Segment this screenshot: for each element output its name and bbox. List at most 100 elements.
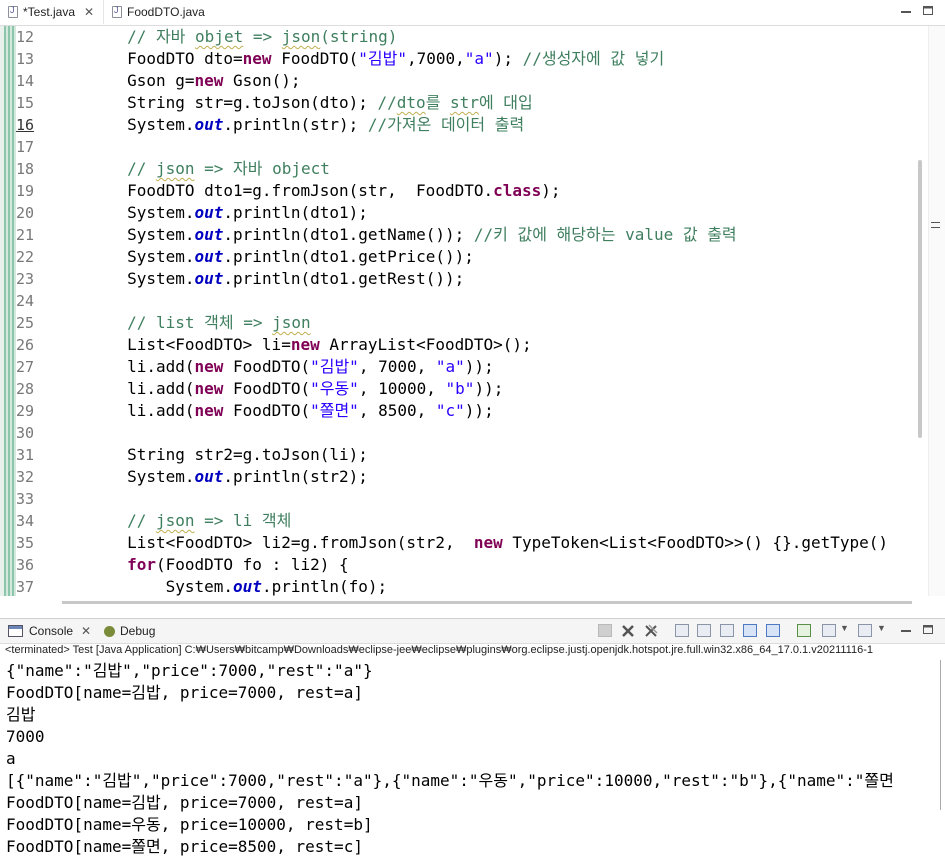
code-editor[interactable]: // 자바 objet => json(string) FoodDTO dto=… xyxy=(50,26,916,596)
code-line[interactable]: FoodDTO dto1=g.fromJson(str, FoodDTO.cla… xyxy=(50,180,916,202)
code-line[interactable]: String str2=g.toJson(li); xyxy=(50,444,916,466)
overview-marker[interactable] xyxy=(931,222,940,228)
tab-console[interactable]: Console ✕ xyxy=(8,619,91,643)
line-number: 29 xyxy=(16,402,35,420)
code-token: List<FoodDTO> li= xyxy=(50,335,291,354)
console-status-line: <terminated> Test [Java Application] C:₩… xyxy=(5,644,874,656)
remove-all-terminated-icon[interactable] xyxy=(644,624,658,637)
maximize-icon[interactable] xyxy=(921,4,935,17)
code-line[interactable]: Gson g=new Gson(); xyxy=(50,70,916,92)
pin-console-icon[interactable] xyxy=(797,624,811,637)
code-token: String str=g.toJson(dto); xyxy=(50,93,378,112)
code-line[interactable]: System.out.println(dto1.getPrice()); xyxy=(50,246,916,268)
close-icon[interactable]: ✕ xyxy=(81,624,91,638)
code-token: new xyxy=(290,335,320,354)
code-token: FoodDTO( xyxy=(223,401,311,420)
tab-debug[interactable]: Debug xyxy=(104,619,155,643)
code-token: // xyxy=(377,93,397,112)
console-output-line: FoodDTO[name=김밥, price=7000, rest=a] xyxy=(6,683,363,702)
chevron-down-icon[interactable]: ▼ xyxy=(877,623,886,633)
console-icon xyxy=(8,625,23,637)
line-number: 18 xyxy=(16,160,35,178)
tab-test-java[interactable]: *Test.java ✕ xyxy=(0,0,104,24)
code-line[interactable]: // list 객체 => json xyxy=(50,312,916,334)
code-line[interactable]: List<FoodDTO> li2=g.fromJson(str2, new T… xyxy=(50,532,916,554)
code-line[interactable] xyxy=(50,290,916,312)
code-line[interactable]: FoodDTO dto=new FoodDTO("김밥",7000,"a"); … xyxy=(50,48,916,70)
clear-console-icon[interactable] xyxy=(675,624,689,637)
code-line[interactable]: // json => li 객체 xyxy=(50,510,916,532)
line-number: 25 xyxy=(16,314,35,332)
panel-tab-bar: Console ✕ Debug ▼ ▼ xyxy=(0,619,945,644)
chevron-down-icon[interactable]: ▼ xyxy=(840,623,849,633)
line-number: 31 xyxy=(16,446,35,464)
code-line[interactable]: System.out.println(dto1.getName()); //키 … xyxy=(50,224,916,246)
code-token: FoodDTO( xyxy=(271,49,359,68)
editor-horizontal-scrollbar[interactable] xyxy=(0,596,945,619)
code-token: , 8500, xyxy=(358,401,436,420)
open-console-icon[interactable] xyxy=(858,624,872,637)
show-console-on-error-icon[interactable] xyxy=(766,624,780,637)
code-line[interactable]: System.out.println(dto1.getRest()); xyxy=(50,268,916,290)
code-token: , 10000, xyxy=(358,379,446,398)
code-token: .println(fo); xyxy=(261,577,388,596)
tab-fooddto-java[interactable]: FoodDTO.java xyxy=(104,0,214,24)
show-console-on-output-icon[interactable] xyxy=(743,624,757,637)
code-line[interactable]: for(FoodDTO fo : li2) { xyxy=(50,554,916,576)
code-token: System. xyxy=(50,467,195,486)
line-number: 22 xyxy=(16,248,35,266)
console-output[interactable]: {"name":"김밥","price":7000,"rest":"a"} Foo… xyxy=(6,660,936,867)
code-line[interactable]: List<FoodDTO> li=new ArrayList<FoodDTO>(… xyxy=(50,334,916,356)
word-wrap-icon[interactable] xyxy=(720,624,734,637)
scroll-lock-icon[interactable] xyxy=(697,624,711,637)
code-line[interactable] xyxy=(50,422,916,444)
code-line[interactable]: System.out.println(fo); xyxy=(50,576,916,596)
line-number: 37 xyxy=(16,578,35,596)
maximize-icon[interactable] xyxy=(921,623,935,636)
code-line[interactable]: li.add(new FoodDTO("쫄면", 8500, "c")); xyxy=(50,400,916,422)
close-icon[interactable]: ✕ xyxy=(84,5,94,19)
horizontal-scroll-thumb[interactable] xyxy=(62,601,912,604)
console-scrollbar[interactable] xyxy=(940,660,941,810)
code-line[interactable]: System.out.println(dto1); xyxy=(50,202,916,224)
code-token: Gson g= xyxy=(50,71,195,90)
code-token: )); xyxy=(464,357,494,376)
code-line[interactable]: System.out.println(str2); xyxy=(50,466,916,488)
code-line[interactable]: // json => 자바 object xyxy=(50,158,916,180)
terminate-icon[interactable] xyxy=(598,624,612,637)
minimize-icon[interactable] xyxy=(899,623,913,636)
change-gutter xyxy=(4,26,16,596)
code-token: .println(str); xyxy=(223,115,368,134)
code-line[interactable]: String str=g.toJson(dto); //dto를 str에 대입 xyxy=(50,92,916,114)
code-token: ); xyxy=(493,49,523,68)
code-token: new xyxy=(194,71,224,90)
code-token: , 7000, xyxy=(358,357,436,376)
code-token: Gson(); xyxy=(223,71,301,90)
java-file-icon xyxy=(8,5,18,18)
editor-scroll-thumb[interactable] xyxy=(918,160,922,438)
code-token: 에 대입 xyxy=(478,93,533,112)
line-number: 16 xyxy=(16,116,35,134)
code-line[interactable] xyxy=(50,488,916,510)
code-token: (string) xyxy=(320,27,398,46)
code-line[interactable]: li.add(new FoodDTO("김밥", 7000, "a")); xyxy=(50,356,916,378)
tab-label: Debug xyxy=(120,624,156,638)
code-token: ArrayList<FoodDTO>(); xyxy=(319,335,532,354)
line-number: 19 xyxy=(16,182,35,200)
code-token: System. xyxy=(50,269,195,288)
line-number: 26 xyxy=(16,336,35,354)
code-token: new xyxy=(194,357,224,376)
line-number: 13 xyxy=(16,50,35,68)
code-line[interactable]: System.out.println(str); //가져온 데이터 출력 xyxy=(50,114,916,136)
code-line[interactable] xyxy=(50,136,916,158)
code-token: "c" xyxy=(435,401,465,420)
remove-launch-icon[interactable] xyxy=(621,624,635,637)
tab-label: FoodDTO.java xyxy=(127,5,205,19)
code-line[interactable]: // 자바 objet => json(string) xyxy=(50,26,916,48)
minimize-icon[interactable] xyxy=(899,4,913,17)
display-selected-console-icon[interactable] xyxy=(822,624,836,637)
code-line[interactable]: li.add(new FoodDTO("우동", 10000, "b")); xyxy=(50,378,916,400)
